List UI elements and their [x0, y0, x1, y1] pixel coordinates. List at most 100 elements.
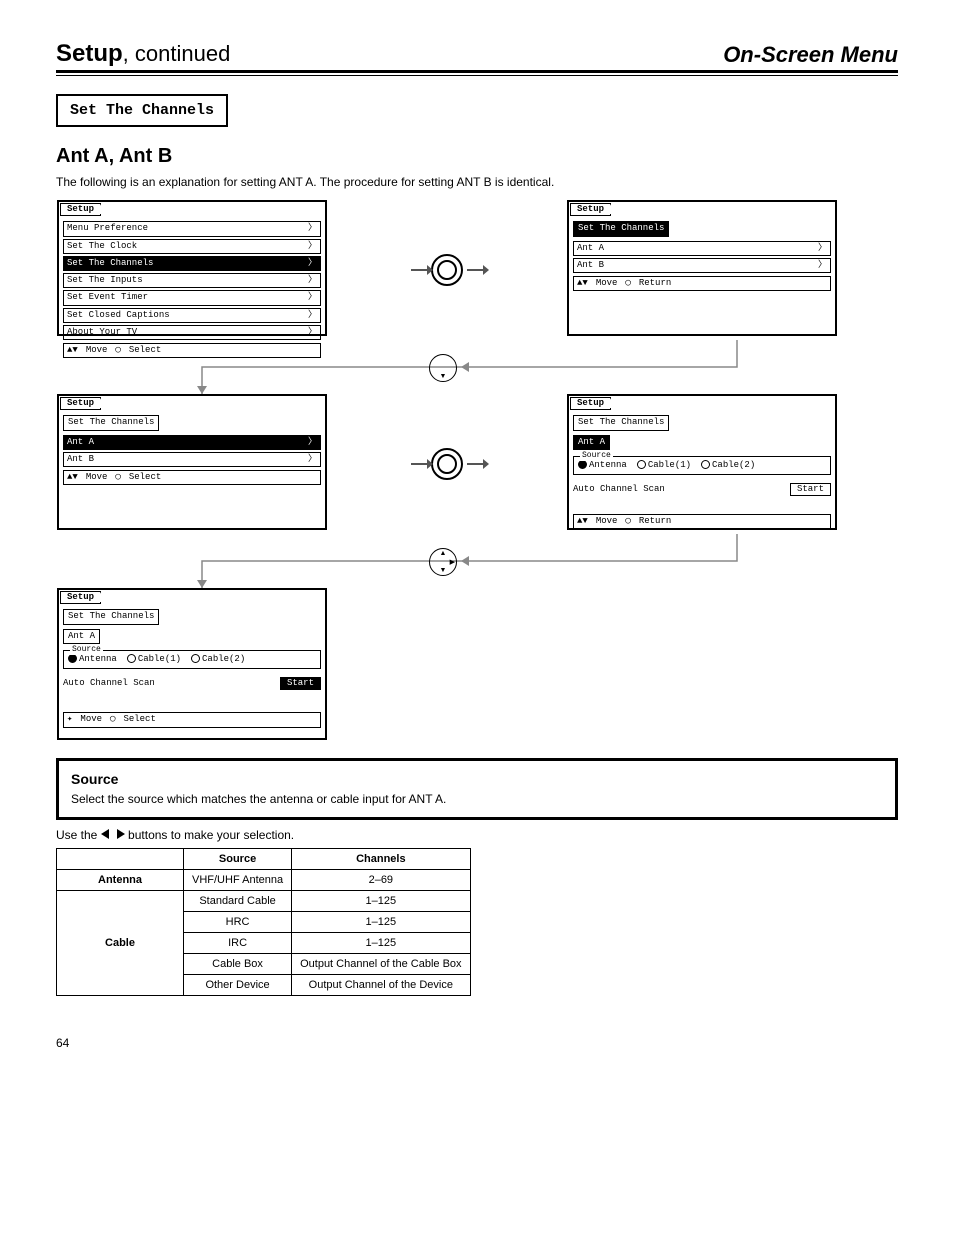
- channel-table: Source Channels Antenna VHF/UHF Antenna …: [56, 848, 471, 996]
- arrow-right-icon: [411, 269, 427, 271]
- chevron-right-icon: 〉: [308, 275, 317, 286]
- radio-option: Cable(1): [637, 460, 691, 471]
- updown-icon: ▲▼: [577, 516, 588, 527]
- td: 1–125: [292, 891, 470, 912]
- ring-icon: ◯: [115, 472, 120, 483]
- th: [57, 849, 184, 870]
- header-cont: , continued: [123, 41, 231, 66]
- chevron-right-icon: 〉: [308, 258, 317, 269]
- td: 2–69: [292, 870, 470, 891]
- osd-tab: Setup: [60, 397, 101, 410]
- scan-label: Auto Channel Scan: [63, 678, 155, 689]
- osd-setup-main: Setup Menu Preference〉 Set The Clock〉 Se…: [57, 200, 327, 336]
- radio-option: Cable(2): [701, 460, 755, 471]
- breadcrumb: Set The Channels: [63, 609, 159, 624]
- radio-option: Antenna: [68, 654, 117, 665]
- chevron-right-icon: 〉: [308, 437, 317, 448]
- arrow-right-icon: [467, 463, 483, 465]
- ring-icon: ◯: [110, 714, 115, 725]
- arrow-right-icon: [467, 269, 483, 271]
- osd-hint: ▲▼Move◯Return: [573, 514, 831, 529]
- connector-enter: [327, 200, 567, 340]
- th: Channels: [292, 849, 470, 870]
- fieldset-legend: Source: [580, 451, 613, 461]
- osd-hint: ▲▼Move◯Select: [63, 470, 321, 485]
- td: Cable Box: [184, 954, 292, 975]
- flow-connector: ▼: [57, 340, 897, 394]
- td: Output Channel of the Cable Box: [292, 954, 470, 975]
- source-heading: Source: [71, 771, 883, 787]
- radio-icon: [701, 460, 710, 469]
- section-label: Set The Channels: [56, 94, 228, 127]
- page-header: Setup, continued On-Screen Menu: [56, 40, 898, 73]
- osd-hint: ✦Move◯Select: [63, 712, 321, 727]
- osd-ant-a-start-selected: Setup Set The Channels Ant A Source Ante…: [57, 588, 327, 740]
- menu-item: Set The Inputs〉: [63, 273, 321, 288]
- table-row: Antenna VHF/UHF Antenna 2–69: [57, 870, 471, 891]
- enter-button-icon: [431, 254, 463, 286]
- nav-down-icon: ▼: [429, 354, 457, 382]
- breadcrumb: Ant A: [63, 629, 100, 644]
- osd-ant-a-selected: Setup Set The Channels Ant A〉 Ant B〉 ▲▼M…: [57, 394, 327, 530]
- header-underline: [56, 75, 898, 76]
- menu-item: Menu Preference〉: [63, 221, 321, 236]
- menu-item: Set Closed Captions〉: [63, 308, 321, 323]
- flow-connector: ▲▼▶: [57, 534, 897, 588]
- osd-tab: Setup: [60, 591, 101, 604]
- td: Standard Cable: [184, 891, 292, 912]
- scan-label: Auto Channel Scan: [573, 484, 665, 495]
- breadcrumb-selected: Set The Channels: [573, 221, 669, 236]
- menu-item: Ant A〉: [573, 241, 831, 256]
- ring-icon: ◯: [625, 516, 630, 527]
- chevron-right-icon: 〉: [308, 241, 317, 252]
- radio-selected-icon: [578, 460, 587, 469]
- enter-button-icon: [431, 448, 463, 480]
- radio-option: Cable(1): [127, 654, 181, 665]
- osd-hint: ▲▼Move◯Return: [573, 276, 831, 291]
- row-group: Antenna: [57, 870, 184, 891]
- dpad-icon: ✦: [67, 714, 72, 725]
- source-body: Select the source which matches the ante…: [71, 791, 883, 807]
- osd-ant-a-source: Setup Set The Channels Ant A Source Ante…: [567, 394, 837, 530]
- chevron-right-icon: 〉: [308, 454, 317, 465]
- chevron-right-icon: 〉: [308, 223, 317, 234]
- chevron-right-icon: 〉: [308, 327, 317, 338]
- menu-item: Ant B〉: [573, 258, 831, 273]
- td: VHF/UHF Antenna: [184, 870, 292, 891]
- ring-icon: ◯: [625, 278, 630, 289]
- intro-text: The following is an explanation for sett…: [56, 174, 898, 190]
- updown-icon: ▲▼: [67, 472, 78, 483]
- header-right: On-Screen Menu: [723, 42, 898, 68]
- breadcrumb-selected: Ant A: [573, 435, 610, 450]
- th: Source: [184, 849, 292, 870]
- source-fieldset: Source Antenna Cable(1) Cable(2): [573, 456, 831, 475]
- table-header-row: Source Channels: [57, 849, 471, 870]
- osd-tab: Setup: [570, 397, 611, 410]
- td: 1–125: [292, 912, 470, 933]
- menu-item: Set Event Timer〉: [63, 290, 321, 305]
- breadcrumb: Set The Channels: [573, 415, 669, 430]
- left-right-icon: [101, 829, 125, 842]
- connector-enter: [327, 394, 567, 534]
- nav-dpad-icon: ▲▼▶: [429, 548, 457, 576]
- radio-icon: [191, 654, 200, 663]
- radio-icon: [127, 654, 136, 663]
- td: 1–125: [292, 933, 470, 954]
- radio-icon: [637, 460, 646, 469]
- radio-selected-icon: [68, 654, 77, 663]
- radio-option: Antenna: [578, 460, 627, 471]
- header-left: Setup: [56, 40, 123, 67]
- table-row: Cable Standard Cable 1–125: [57, 891, 471, 912]
- td: Output Channel of the Device: [292, 975, 470, 996]
- menu-item-selected: Set The Channels〉: [63, 256, 321, 271]
- td: IRC: [184, 933, 292, 954]
- osd-tab: Setup: [60, 203, 101, 216]
- osd-flow-diagram: Setup Menu Preference〉 Set The Clock〉 Se…: [57, 200, 897, 740]
- arrow-right-icon: [411, 463, 427, 465]
- osd-tab: Setup: [570, 203, 611, 216]
- page-number: 64: [56, 1036, 898, 1050]
- breadcrumb: Set The Channels: [63, 415, 159, 430]
- chevron-right-icon: 〉: [308, 292, 317, 303]
- start-button-selected: Start: [280, 677, 321, 690]
- source-explanation: Source Select the source which matches t…: [56, 758, 898, 820]
